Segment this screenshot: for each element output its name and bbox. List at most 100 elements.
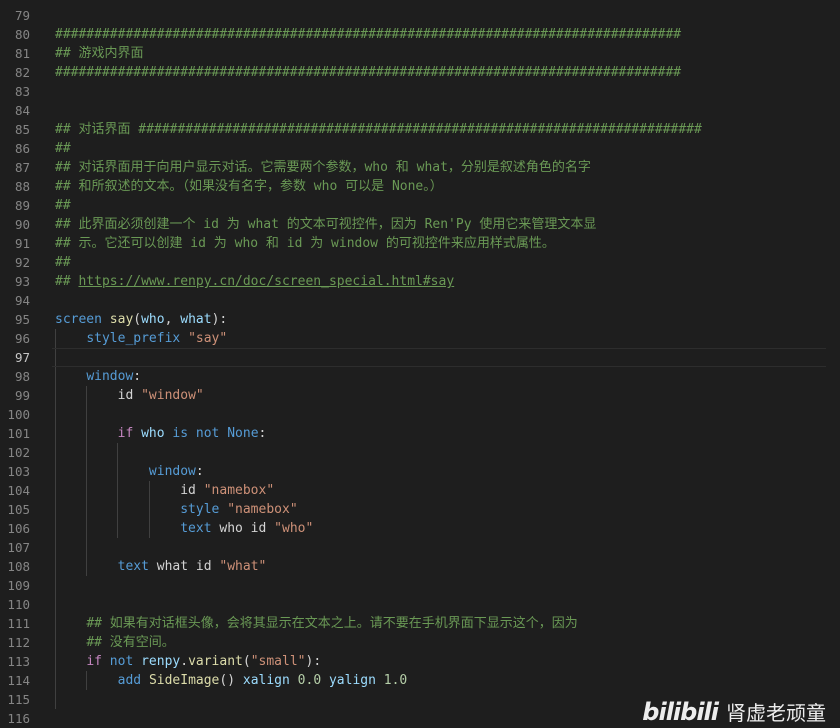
code-line[interactable]: 109 xyxy=(0,576,840,595)
code-token: if xyxy=(86,654,110,669)
indent-guide xyxy=(55,424,56,443)
line-number: 80 xyxy=(14,27,30,42)
bilibili-logo: bilibili xyxy=(642,697,719,726)
code-line[interactable]: 85 ## 对话界面 ##############################… xyxy=(0,120,840,139)
line-number: 93 xyxy=(14,274,30,289)
code-token: "namebox" xyxy=(227,502,298,517)
code-text: ## xyxy=(55,139,71,158)
code-line[interactable]: 106 text who id "who" xyxy=(0,519,840,538)
code-line[interactable]: 100 xyxy=(0,405,840,424)
code-line[interactable]: 82 ######################################… xyxy=(0,63,840,82)
code-line[interactable]: 114 add SideImage() xalign 0.0 yalign 1.… xyxy=(0,671,840,690)
indent-guide xyxy=(148,500,150,519)
code-line[interactable]: 98 window: xyxy=(0,367,840,386)
code-text: ## 如果有对话框头像，会将其显示在文本之上。请不要在手机界面下显示这个，因为 xyxy=(55,614,578,633)
line-number: 91 xyxy=(14,236,30,251)
code-token: xalign xyxy=(242,673,298,688)
line-number: 109 xyxy=(7,578,30,593)
code-token: "say" xyxy=(188,331,228,346)
code-token: ########################################… xyxy=(55,65,682,80)
indent-guide xyxy=(55,671,56,690)
indent-guide xyxy=(55,557,56,576)
line-number: 105 xyxy=(7,502,30,517)
indent-guide xyxy=(148,481,150,500)
doc-link[interactable]: https://www.renpy.cn/doc/screen_special.… xyxy=(78,274,454,289)
code-token: say xyxy=(109,312,134,327)
code-text: ## 对话界面用于向用户显示对话。它需要两个参数，who 和 what，分别是叙… xyxy=(55,158,591,177)
line-number: 99 xyxy=(14,388,30,403)
code-line[interactable]: 110 xyxy=(0,595,840,614)
code-line[interactable]: 83 xyxy=(0,82,840,101)
code-line[interactable]: 102 xyxy=(0,443,840,462)
indent-guide xyxy=(86,500,88,519)
code-text: ## 和所叙述的文本。（如果没有名字，参数 who 可以是 None。） xyxy=(55,177,443,196)
code-editor[interactable]: 79 80 ####################################… xyxy=(0,6,840,728)
code-token: "namebox" xyxy=(203,483,275,498)
code-text: if not renpy.variant("small"): xyxy=(55,652,321,671)
line-number: 98 xyxy=(14,369,30,384)
line-number: 92 xyxy=(14,255,30,270)
code-token: screen xyxy=(55,312,110,327)
code-line[interactable]: 112 ## 没有空间。 xyxy=(0,633,840,652)
code-line[interactable]: 97 xyxy=(0,348,840,367)
indent-guide xyxy=(55,690,56,709)
watermark-author: 肾虚老顽童 xyxy=(726,701,826,725)
code-line[interactable]: 96 style_prefix "say" xyxy=(0,329,840,348)
code-line[interactable]: 89 ## xyxy=(0,196,840,215)
code-line[interactable]: 81 ## 游戏内界面 xyxy=(0,44,840,63)
indent-guide xyxy=(55,481,56,500)
line-number: 81 xyxy=(14,46,30,61)
line-number: 97 xyxy=(14,350,30,365)
code-line[interactable]: 105 style "namebox" xyxy=(0,500,840,519)
line-number: 89 xyxy=(14,198,30,213)
code-token: who xyxy=(141,426,173,441)
code-line[interactable]: 91 ## 示。它还可以创建 id 为 who 和 id 为 window 的可视… xyxy=(0,234,840,253)
code-token: ## 游戏内界面 xyxy=(55,46,144,61)
code-token: ## 对话界面 ################################… xyxy=(55,122,702,137)
indent-guide xyxy=(55,614,56,633)
line-number: 101 xyxy=(7,426,30,441)
code-line[interactable]: 95 screen say(who, what): xyxy=(0,310,840,329)
code-line[interactable]: 101 if who is not None: xyxy=(0,424,840,443)
code-line[interactable]: 104 id "namebox" xyxy=(0,481,840,500)
code-line[interactable]: 80 ######################################… xyxy=(0,25,840,44)
code-line[interactable]: 107 xyxy=(0,538,840,557)
code-line[interactable]: 111 ## 如果有对话框头像，会将其显示在文本之上。请不要在手机界面下显示这个… xyxy=(0,614,840,633)
code-token: "who" xyxy=(274,521,314,536)
code-line[interactable]: 113 if not renpy.variant("small"): xyxy=(0,652,840,671)
code-text: ## https://www.renpy.cn/doc/screen_speci… xyxy=(55,272,454,291)
code-line[interactable]: 90 ## 此界面必须创建一个 id 为 what 的文本可视控件，因为 Ren'… xyxy=(0,215,840,234)
code-token: ## 如果有对话框头像，会将其显示在文本之上。请不要在手机界面下显示这个，因为 xyxy=(86,616,578,631)
line-number: 113 xyxy=(7,654,30,669)
indent-guide xyxy=(55,538,56,557)
code-line[interactable]: 84 xyxy=(0,101,840,120)
code-line[interactable]: 94 xyxy=(0,291,840,310)
code-token: text xyxy=(180,521,220,536)
code-token: id xyxy=(117,388,142,403)
indent-guide xyxy=(117,481,119,500)
code-line[interactable]: 93 ## https://www.renpy.cn/doc/screen_spe… xyxy=(0,272,840,291)
code-line[interactable]: 79 xyxy=(0,6,840,25)
indent-guide xyxy=(55,348,56,367)
code-line[interactable]: 86 ## xyxy=(0,139,840,158)
code-token: style xyxy=(180,502,228,517)
code-line[interactable]: 103 window: xyxy=(0,462,840,481)
line-number: 90 xyxy=(14,217,30,232)
indent-guide xyxy=(55,519,56,538)
code-token: SideImage xyxy=(148,673,220,688)
indent-guide xyxy=(55,405,56,424)
vertical-scrollbar[interactable] xyxy=(826,0,840,728)
code-line[interactable]: 87 ## 对话界面用于向用户显示对话。它需要两个参数，who 和 what，分别… xyxy=(0,158,840,177)
line-number: 106 xyxy=(7,521,30,536)
code-line[interactable]: 92 ## xyxy=(0,253,840,272)
line-number: 116 xyxy=(7,711,30,726)
code-line[interactable]: 99 id "window" xyxy=(0,386,840,405)
code-text: ## 示。它还可以创建 id 为 who 和 id 为 window 的可视控件… xyxy=(55,234,555,253)
code-line[interactable]: 88 ## 和所叙述的文本。（如果没有名字，参数 who 可以是 None。） xyxy=(0,177,840,196)
code-line[interactable]: 108 text what id "what" xyxy=(0,557,840,576)
code-token: "window" xyxy=(141,388,204,403)
code-token: variant xyxy=(188,654,243,669)
code-text: screen say(who, what): xyxy=(55,310,227,329)
code-text: id "namebox" xyxy=(55,481,274,500)
